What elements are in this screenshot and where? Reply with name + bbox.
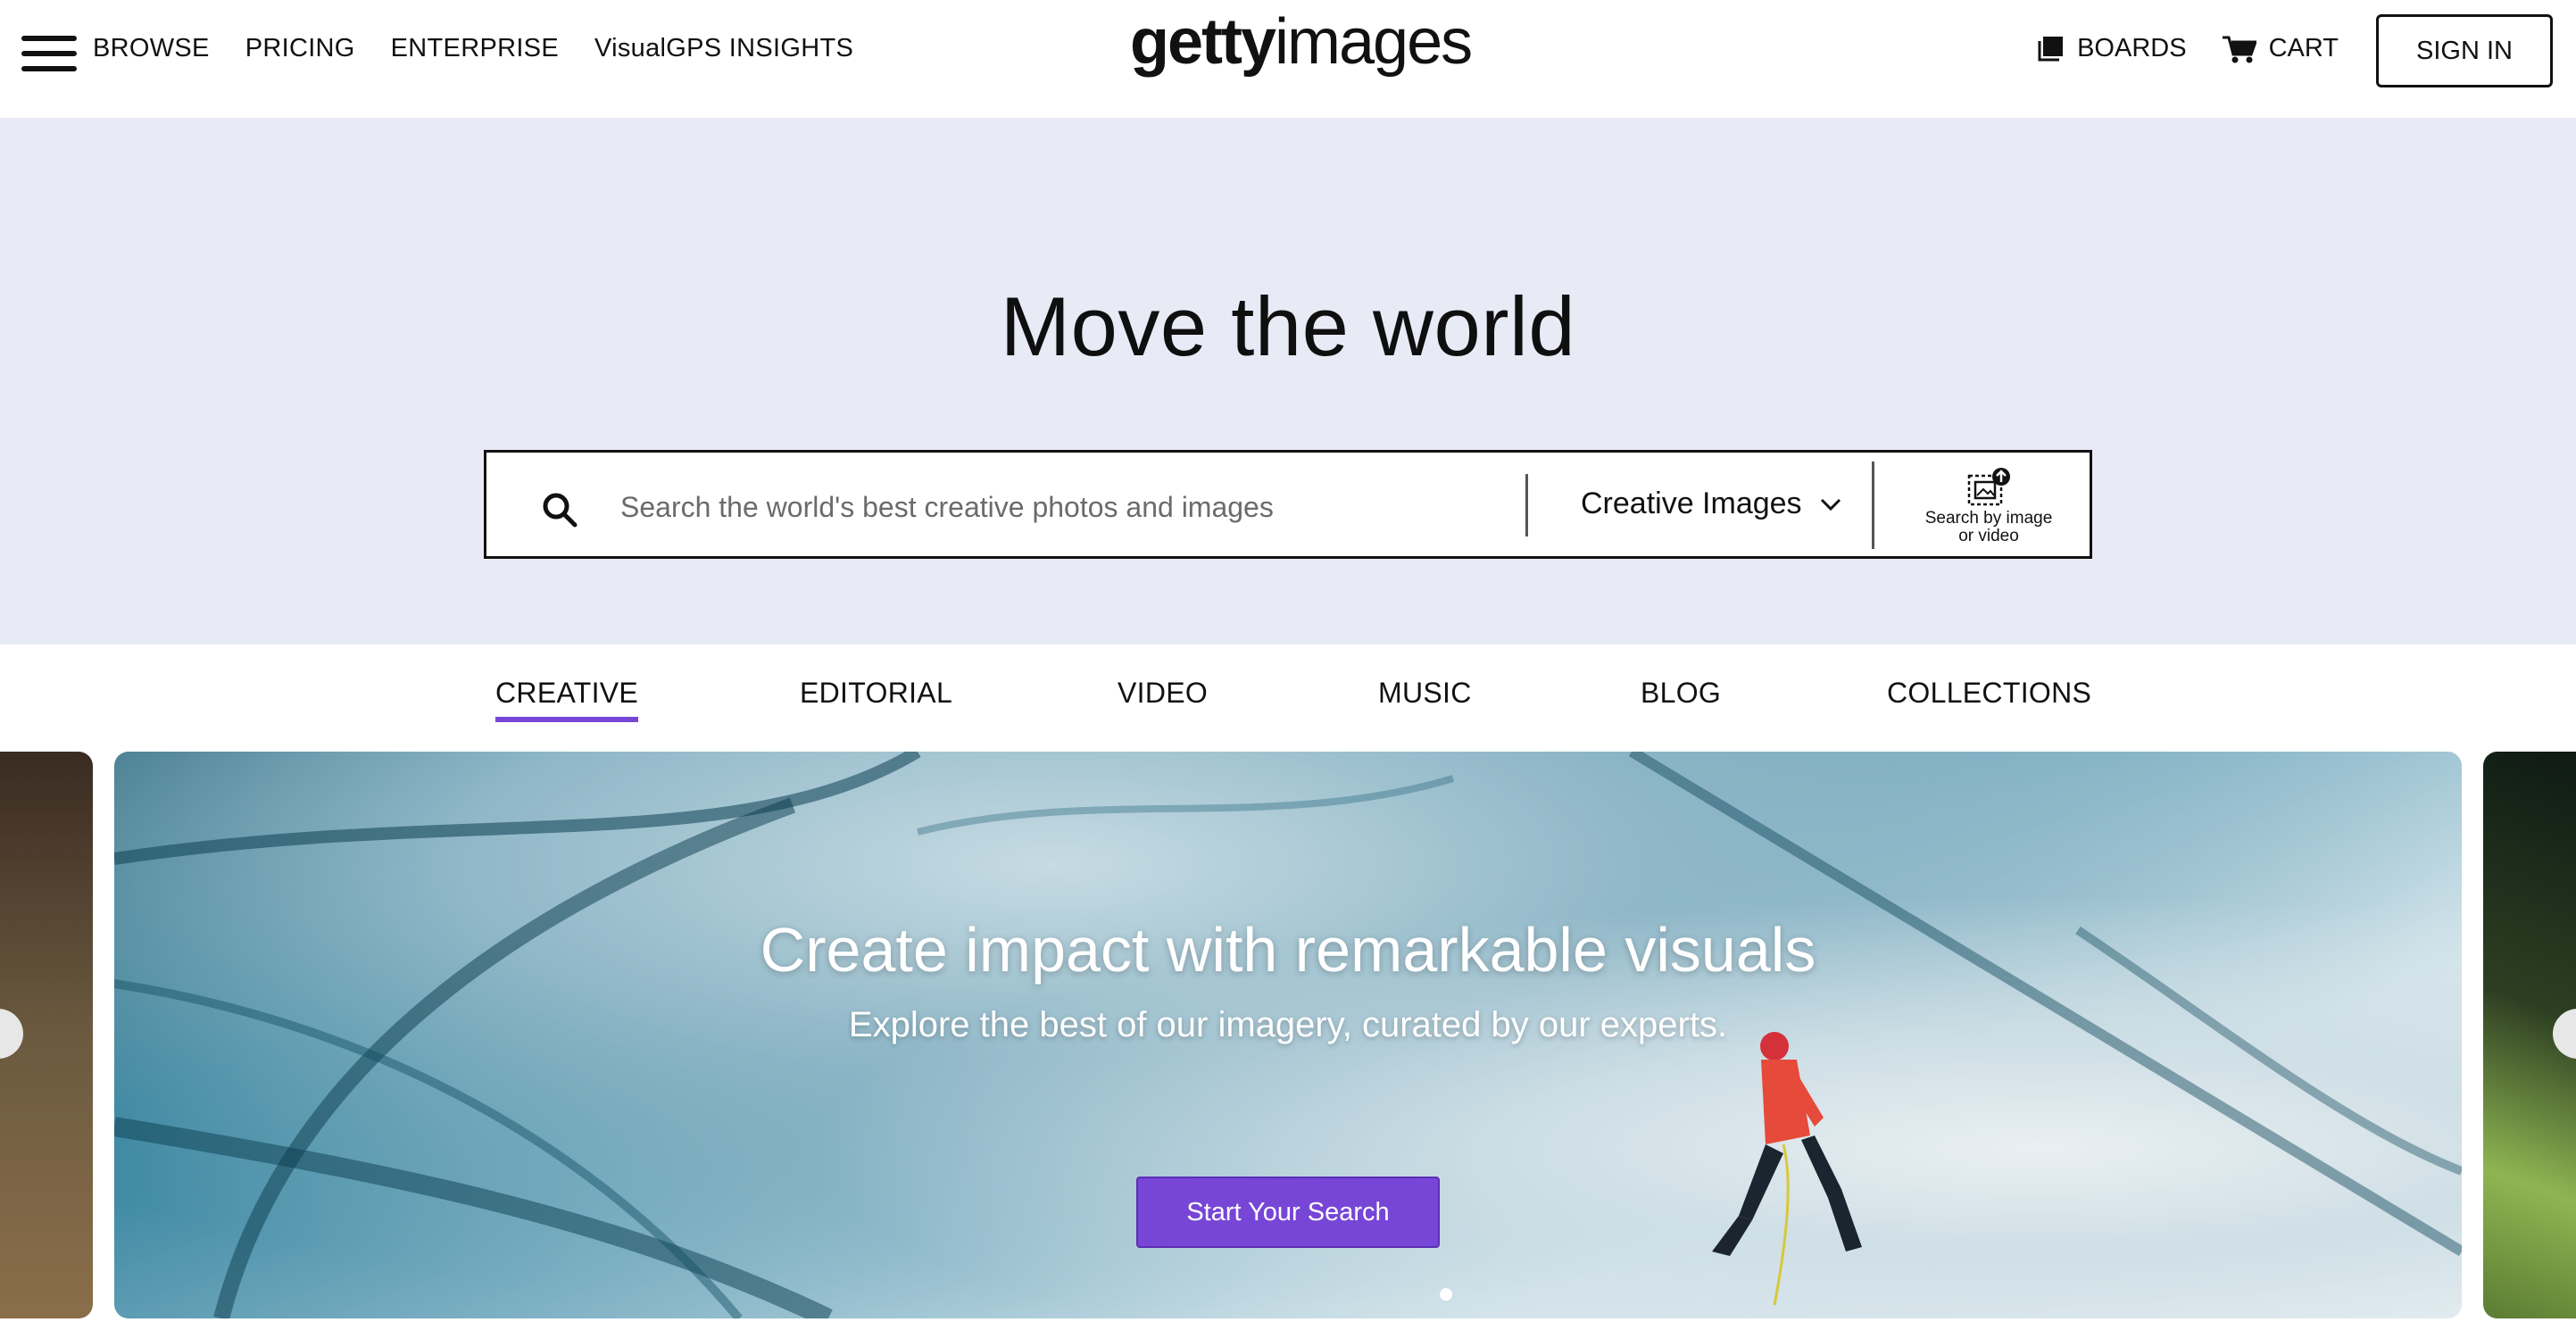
search-type-dropdown[interactable]: Creative Images — [1581, 487, 1841, 521]
search-icon[interactable] — [542, 492, 578, 528]
nav-visualgps-insights[interactable]: VisualGPS INSIGHTS — [594, 34, 853, 63]
search-divider — [1525, 474, 1528, 536]
tab-editorial[interactable]: EDITORIAL — [800, 677, 952, 717]
sign-in-button[interactable]: SIGN IN — [2376, 14, 2553, 87]
boards-icon — [2038, 36, 2064, 61]
search-type-label: Creative Images — [1581, 487, 1802, 520]
hero-title: Move the world — [1000, 279, 1576, 373]
tab-collections[interactable]: COLLECTIONS — [1887, 677, 2091, 717]
logo-light-text: images — [1275, 6, 1473, 78]
search-input[interactable] — [619, 479, 1515, 535]
carousel-slide: Create impact with remarkable visuals Ex… — [114, 752, 2462, 1318]
nav-pricing[interactable]: PRICING — [245, 34, 355, 63]
search-divider — [1872, 462, 1874, 549]
climber-figure — [1712, 1032, 1862, 1306]
nav-enterprise[interactable]: ENTERPRISE — [391, 34, 559, 63]
tab-blog[interactable]: BLOG — [1641, 677, 1721, 717]
tab-music[interactable]: MUSIC — [1378, 677, 1472, 717]
cart-label: CART — [2268, 34, 2339, 62]
carousel-indicator-dot[interactable] — [1440, 1288, 1452, 1301]
primary-nav: BROWSE PRICING ENTERPRISE VisualGPS INSI… — [93, 34, 853, 63]
carousel-title: Create impact with remarkable visuals — [760, 915, 1816, 985]
tab-video[interactable]: VIDEO — [1118, 677, 1208, 717]
boards-link[interactable]: BOARDS — [2038, 34, 2187, 63]
top-header: BROWSE PRICING ENTERPRISE VisualGPS INSI… — [0, 0, 2576, 118]
image-upload-icon — [1967, 468, 2010, 506]
content-tabs: CREATIVE EDITORIAL VIDEO MUSIC BLOG COLL… — [0, 645, 2576, 752]
start-search-button[interactable]: Start Your Search — [1136, 1177, 1440, 1248]
hero-section: Move the world Creative Images Search by… — [0, 118, 2576, 645]
tab-creative[interactable]: CREATIVE — [495, 677, 639, 722]
search-by-image-label: Search by image — [1924, 509, 2053, 528]
search-by-image-label: or video — [1958, 527, 2019, 545]
logo-bold-text: getty — [1130, 6, 1276, 78]
cart-icon — [2222, 36, 2256, 62]
chevron-down-icon — [1820, 498, 1841, 511]
menu-icon[interactable] — [21, 36, 77, 71]
cart-link[interactable]: CART — [2222, 34, 2339, 63]
boards-label: BOARDS — [2077, 34, 2187, 62]
account-nav: BOARDS CART — [2038, 34, 2339, 63]
search-by-image-button[interactable]: Search by image or video — [1891, 462, 2086, 551]
search-bar: Creative Images Search by image or video — [484, 450, 2092, 559]
getty-images-logo[interactable]: gettyimages — [1130, 5, 1473, 79]
carousel-subtitle: Explore the best of our imagery, curated… — [848, 1005, 1728, 1044]
nav-browse[interactable]: BROWSE — [93, 34, 210, 63]
